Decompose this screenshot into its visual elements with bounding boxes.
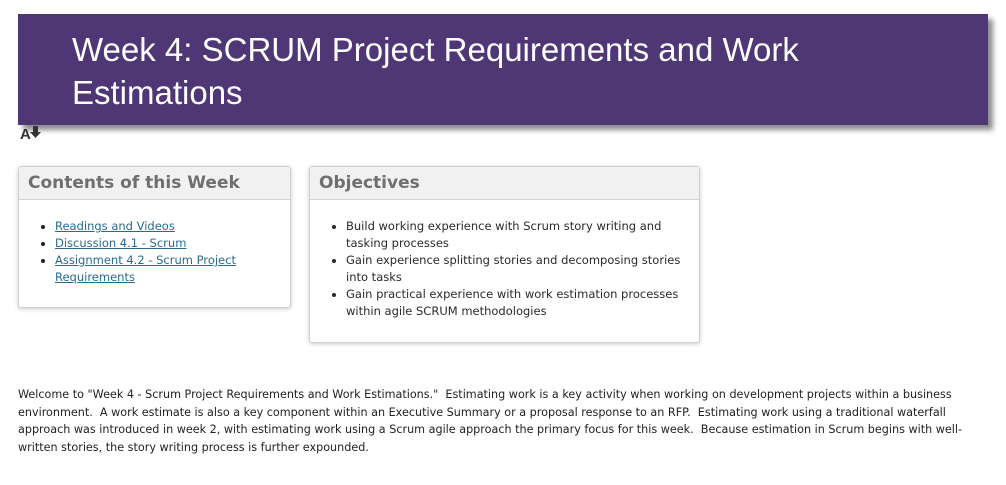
contents-panel: Contents of this Week Readings and Video… <box>18 166 291 308</box>
svg-text:A: A <box>20 126 31 141</box>
objectives-panel-body: Build working experience with Scrum stor… <box>310 200 699 320</box>
objectives-panel-title: Objectives <box>319 173 420 193</box>
discussion-4-1-link[interactable]: Discussion 4.1 - Scrum <box>55 236 186 250</box>
assignment-4-2-link[interactable]: Assignment 4.2 - Scrum Project Requireme… <box>55 253 236 284</box>
contents-list: Readings and Videos Discussion 4.1 - Scr… <box>19 200 290 286</box>
immersive-reader-icon[interactable]: A <box>20 125 46 143</box>
readings-and-videos-link[interactable]: Readings and Videos <box>55 219 175 233</box>
welcome-paragraph: Welcome to "Week 4 - Scrum Project Requi… <box>18 388 963 454</box>
objectives-list: Build working experience with Scrum stor… <box>310 200 699 320</box>
list-item: Discussion 4.1 - Scrum <box>55 235 274 252</box>
contents-panel-title: Contents of this Week <box>28 173 240 193</box>
contents-panel-body: Readings and Videos Discussion 4.1 - Scr… <box>19 200 290 286</box>
page-title: Week 4: SCRUM Project Requirements and W… <box>72 31 799 111</box>
list-item: Assignment 4.2 - Scrum Project Requireme… <box>55 252 274 286</box>
contents-panel-header: Contents of this Week <box>19 167 290 200</box>
page-banner: Week 4: SCRUM Project Requirements and W… <box>18 14 988 125</box>
list-item: Readings and Videos <box>55 218 274 235</box>
objectives-panel-header: Objectives <box>310 167 699 200</box>
objective-item: Gain practical experience with work esti… <box>346 286 683 320</box>
objective-item: Gain experience splitting stories and de… <box>346 252 683 286</box>
objective-item: Build working experience with Scrum stor… <box>346 218 683 252</box>
objectives-panel: Objectives Build working experience with… <box>309 166 700 343</box>
